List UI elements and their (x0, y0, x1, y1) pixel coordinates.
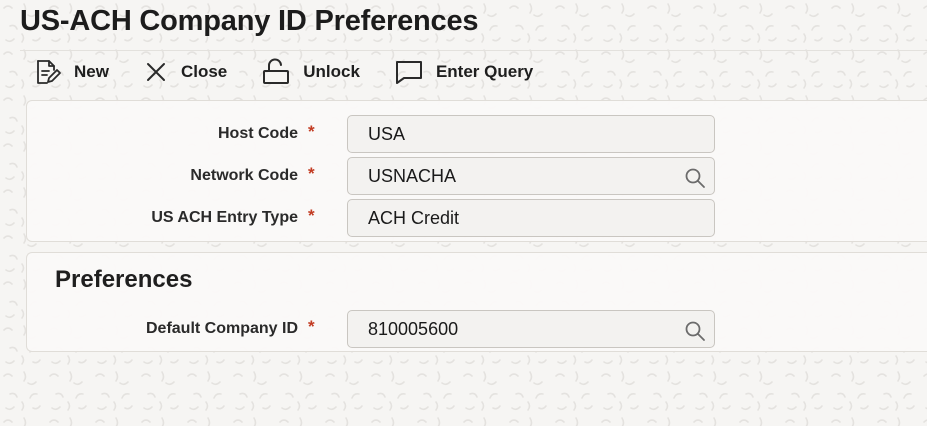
default-company-id-field[interactable]: 810005600 (347, 310, 715, 348)
unlock-icon (261, 58, 291, 86)
network-code-field[interactable]: USNACHA (347, 157, 715, 195)
close-button-label: Close (180, 62, 228, 81)
page-title: US-ACH Company ID Preferences (20, 5, 479, 37)
preferences-panel: Preferences Default Company ID * 8100056… (26, 252, 927, 352)
network-code-label: Network Code (190, 167, 298, 184)
chat-bubble-icon (394, 58, 424, 86)
network-code-row: Network Code * USNACHA (27, 157, 927, 195)
close-button[interactable]: Close (143, 59, 227, 85)
entry-type-label: US ACH Entry Type (151, 209, 298, 226)
required-marker: * (308, 317, 315, 336)
search-icon[interactable] (684, 165, 706, 201)
host-code-value: USA (368, 124, 406, 144)
new-document-icon (34, 58, 62, 86)
main-fields-panel: Host Code * USA Network Code * USNACHA U… (26, 100, 927, 242)
required-marker: * (308, 206, 315, 225)
entry-type-value: ACH Credit (368, 208, 460, 228)
required-marker: * (308, 164, 315, 183)
required-marker: * (308, 122, 315, 141)
entry-type-row: US ACH Entry Type * ACH Credit (27, 199, 927, 237)
default-company-id-value: 810005600 (368, 319, 459, 339)
new-button[interactable]: New (34, 58, 109, 86)
host-code-row: Host Code * USA (27, 115, 927, 153)
host-code-field[interactable]: USA (347, 115, 715, 153)
toolbar: New Close Unlock Enter Query (34, 56, 567, 88)
default-company-id-row: Default Company ID * 810005600 (27, 310, 927, 348)
enter-query-button-label: Enter Query (435, 62, 534, 81)
unlock-button[interactable]: Unlock (261, 58, 360, 86)
search-icon[interactable] (684, 318, 706, 354)
host-code-label: Host Code (218, 125, 298, 142)
new-button-label: New (74, 62, 109, 81)
close-icon (143, 59, 169, 85)
preferences-section-title: Preferences (55, 266, 193, 293)
default-company-id-label: Default Company ID (145, 320, 298, 337)
entry-type-field[interactable]: ACH Credit (347, 199, 715, 237)
enter-query-button[interactable]: Enter Query (394, 58, 533, 86)
title-divider (20, 50, 927, 51)
network-code-value: USNACHA (368, 166, 457, 186)
unlock-button-label: Unlock (303, 62, 360, 81)
